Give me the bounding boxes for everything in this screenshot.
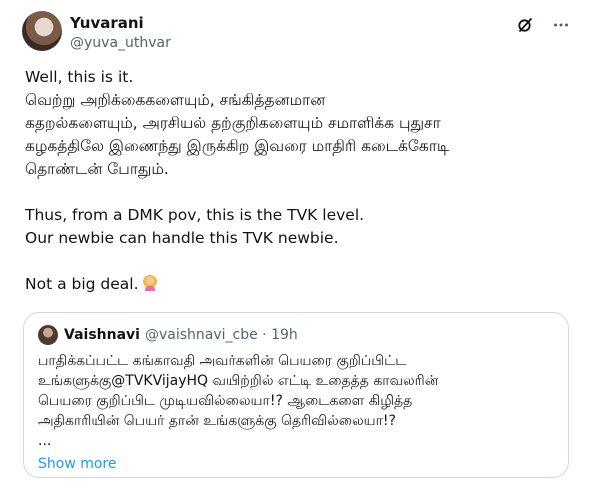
quoted-handle-time: @vaishnavi_cbe · 19h — [144, 327, 298, 343]
tweet-line: கழகத்திலே இணைந்து இருக்கிற இவரை மாதிரி க… — [25, 137, 450, 155]
quoted-text: பாதிக்கப்பட்ட கங்காவதி அவர்களின் பெயரை க… — [38, 351, 554, 451]
quoted-line: அதிகாரியின் பெயர் தான் உங்களுக்கு தெரிவி… — [38, 413, 396, 429]
tweet-text: Well, this is it. வெற்று அறிக்கைகளையும்,… — [25, 66, 580, 296]
quoted-line: பெயரை குறிப்பிட முடியவில்லையா!? ஆடைகளை க… — [38, 393, 413, 409]
tweet-line: கதறல்களையும், அரசியல் தற்குறிகளையும் சமா… — [25, 114, 441, 132]
show-more-link[interactable]: Show more — [38, 456, 554, 472]
more-icon[interactable] — [550, 14, 572, 36]
tweet-line: Well, this is it. — [25, 68, 134, 86]
tweet-line: தொண்டன் போதும். — [25, 160, 169, 178]
quoted-tweet[interactable]: Vaishnavi @vaishnavi_cbe · 19h பாதிக்கப்… — [23, 312, 569, 478]
tweet-line: வெற்று அறிக்கைகளையும், சங்கித்தனமான — [25, 91, 326, 109]
tweet-line: Thus, from a DMK pov, this is the TVK le… — [25, 206, 365, 224]
grok-icon[interactable] — [514, 14, 536, 36]
quoted-avatar — [38, 325, 58, 345]
author-handle[interactable]: @yuva_uthvar — [70, 35, 171, 51]
quoted-line: பாதிக்கப்பட்ட கங்காவதி அவர்களின் பெயரை க… — [38, 353, 407, 369]
quoted-line: உங்களுக்கு@TVKVijayHQ வயிற்றில் எட்டி உத… — [38, 373, 439, 389]
tweet-line: Not a big deal. — [25, 275, 139, 293]
tweet-last-line: Not a big deal. — [25, 273, 580, 296]
quoted-author-name: Vaishnavi — [64, 327, 140, 343]
tweet: Yuvarani @yuva_uthvar Well, this is it. … — [0, 0, 600, 500]
quoted-tweet-header: Vaishnavi @vaishnavi_cbe · 19h — [38, 325, 554, 345]
woman-shrugging-emoji-icon — [141, 275, 158, 291]
avatar[interactable] — [22, 11, 62, 51]
tweet-actions — [514, 14, 572, 36]
author-name[interactable]: Yuvarani — [70, 14, 144, 32]
tweet-line: Our newbie can handle this TVK newbie. — [25, 229, 339, 247]
quoted-line: ... — [38, 433, 52, 449]
